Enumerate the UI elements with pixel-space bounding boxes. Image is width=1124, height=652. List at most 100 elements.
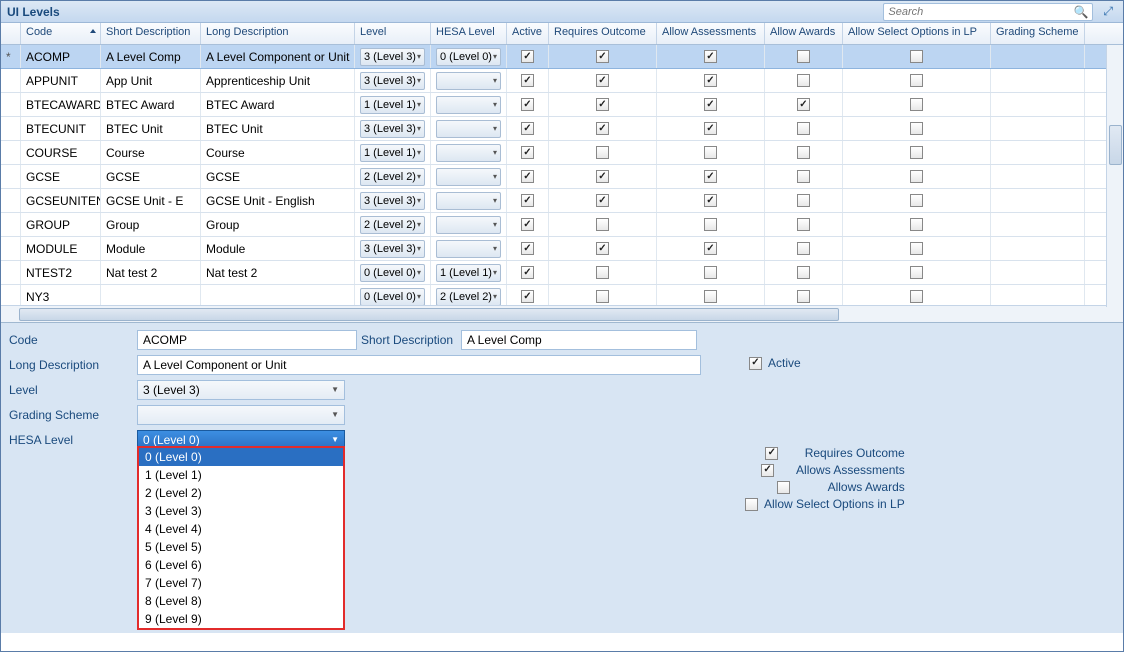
cell-code[interactable]: NY3 [21,285,101,305]
cell-checkbox[interactable] [596,122,609,135]
cell-level[interactable]: 3 (Level 3)▾ [355,117,431,140]
cell-awards[interactable] [765,93,843,116]
cell-checkbox[interactable] [704,290,717,303]
cell-checkbox[interactable] [521,146,534,159]
cell-req[interactable] [549,93,657,116]
lp-checkbox-row[interactable]: Allow Select Options in LP [745,497,905,511]
cell-dropdown[interactable]: 0 (Level 0)▾ [360,288,425,306]
column-header-code[interactable]: Code [21,23,101,44]
cell-dropdown[interactable]: 3 (Level 3)▾ [360,120,425,138]
cell-checkbox[interactable] [596,194,609,207]
column-header-selector[interactable] [1,23,21,44]
cell-checkbox[interactable] [910,290,923,303]
cell-checkbox[interactable] [704,74,717,87]
cell-awards[interactable] [765,213,843,236]
cell-dropdown[interactable]: 3 (Level 3)▾ [360,240,425,258]
cell-checkbox[interactable] [521,74,534,87]
column-header-active[interactable]: Active [507,23,549,44]
cell-dropdown[interactable]: 0 (Level 0)▾ [436,48,501,66]
hesa-option[interactable]: 5 (Level 5) [139,538,343,556]
cell-dropdown[interactable]: 1 (Level 1)▾ [360,144,425,162]
cell-lp[interactable] [843,141,991,164]
cell-assess[interactable] [657,261,765,284]
cell-level[interactable]: 0 (Level 0)▾ [355,261,431,284]
cell-code[interactable]: MODULE [21,237,101,260]
table-row[interactable]: GCSEUNITENGCSE Unit - EGCSE Unit - Engli… [1,189,1123,213]
cell-checkbox[interactable] [910,170,923,183]
cell-checkbox[interactable] [704,98,717,111]
cell-assess[interactable] [657,213,765,236]
cell-long[interactable]: Module [201,237,355,260]
cell-checkbox[interactable] [596,50,609,63]
cell-code[interactable]: BTECAWARD [21,93,101,116]
lp-checkbox[interactable] [745,498,758,511]
cell-dropdown[interactable]: 3 (Level 3)▾ [360,72,425,90]
cell-level[interactable]: 3 (Level 3)▾ [355,45,431,68]
table-row[interactable]: BTECUNITBTEC UnitBTEC Unit3 (Level 3)▾▾ [1,117,1123,141]
cell-hesa[interactable]: ▾ [431,93,507,116]
cell-checkbox[interactable] [910,98,923,111]
hesa-dropdown-list[interactable]: 0 (Level 0)1 (Level 1)2 (Level 2)3 (Leve… [137,446,345,630]
cell-active[interactable] [507,141,549,164]
long-desc-input[interactable] [137,355,701,375]
assess-checkbox[interactable] [761,464,774,477]
table-row[interactable]: MODULEModuleModule3 (Level 3)▾▾ [1,237,1123,261]
req-checkbox-row[interactable]: Requires Outcome [745,446,905,460]
cell-checkbox[interactable] [704,242,717,255]
awards-checkbox-row[interactable]: Allows Awards [745,480,905,494]
table-row[interactable]: GCSEGCSEGCSE2 (Level 2)▾▾ [1,165,1123,189]
cell-active[interactable] [507,165,549,188]
cell-awards[interactable] [765,117,843,140]
cell-checkbox[interactable] [596,146,609,159]
cell-req[interactable] [549,165,657,188]
search-field[interactable]: 🔍 [883,3,1093,21]
cell-lp[interactable] [843,93,991,116]
cell-dropdown[interactable]: ▾ [436,120,501,138]
hesa-option[interactable]: 8 (Level 8) [139,592,343,610]
cell-active[interactable] [507,189,549,212]
cell-assess[interactable] [657,141,765,164]
cell-active[interactable] [507,45,549,68]
column-header-short[interactable]: Short Description [101,23,201,44]
cell-checkbox[interactable] [910,242,923,255]
cell-dropdown[interactable]: 1 (Level 1)▾ [360,96,425,114]
cell-checkbox[interactable] [596,218,609,231]
cell-active[interactable] [507,117,549,140]
cell-checkbox[interactable] [596,242,609,255]
cell-checkbox[interactable] [704,218,717,231]
column-header-lp[interactable]: Allow Select Options in LP [843,23,991,44]
cell-active[interactable] [507,261,549,284]
cell-grading[interactable] [991,261,1085,284]
cell-level[interactable]: 1 (Level 1)▾ [355,141,431,164]
assess-checkbox-row[interactable]: Allows Assessments [745,463,905,477]
column-header-level[interactable]: Level [355,23,431,44]
cell-code[interactable]: BTECUNIT [21,117,101,140]
cell-code[interactable]: COURSE [21,141,101,164]
cell-hesa[interactable]: ▾ [431,213,507,236]
hesa-option[interactable]: 4 (Level 4) [139,520,343,538]
cell-long[interactable]: Apprenticeship Unit [201,69,355,92]
cell-checkbox[interactable] [596,74,609,87]
cell-req[interactable] [549,213,657,236]
cell-hesa[interactable]: ▾ [431,189,507,212]
cell-level[interactable]: 3 (Level 3)▾ [355,237,431,260]
column-header-hesa[interactable]: HESA Level [431,23,507,44]
hesa-option[interactable]: 1 (Level 1) [139,466,343,484]
cell-lp[interactable] [843,261,991,284]
code-input[interactable] [137,330,357,350]
cell-active[interactable] [507,213,549,236]
cell-checkbox[interactable] [704,122,717,135]
cell-checkbox[interactable] [910,74,923,87]
cell-checkbox[interactable] [596,290,609,303]
cell-checkbox[interactable] [797,194,810,207]
cell-grading[interactable] [991,117,1085,140]
cell-checkbox[interactable] [797,146,810,159]
cell-short[interactable]: BTEC Unit [101,117,201,140]
req-checkbox[interactable] [765,447,778,460]
cell-grading[interactable] [991,165,1085,188]
cell-short[interactable]: GCSE Unit - E [101,189,201,212]
cell-checkbox[interactable] [521,218,534,231]
cell-checkbox[interactable] [704,146,717,159]
cell-assess[interactable] [657,45,765,68]
level-dropdown[interactable]: 3 (Level 3)▼ [137,380,345,400]
